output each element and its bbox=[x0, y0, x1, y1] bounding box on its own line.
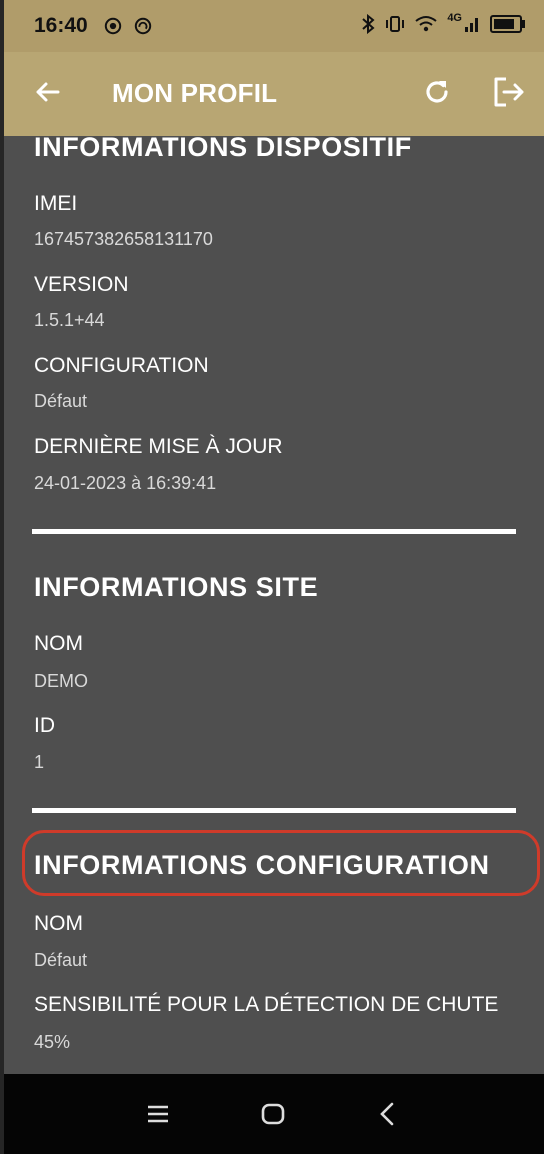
fall-sensitivity-label: SENSIBILITÉ POUR LA DÉTECTION DE CHUTE bbox=[34, 993, 499, 1016]
wifi-icon bbox=[415, 16, 437, 32]
status-right: 4G bbox=[361, 12, 525, 34]
vibrate-icon bbox=[386, 16, 405, 32]
imei-value: 167457382658131170 bbox=[34, 229, 213, 249]
version-label: VERSION bbox=[34, 273, 129, 296]
site-section-title: INFORMATIONS SITE bbox=[34, 572, 319, 602]
phone-screen: 16:40 4G MON PROFIL INFORMATIONS DISPOSI… bbox=[4, 0, 544, 1154]
logout-icon[interactable] bbox=[492, 76, 526, 108]
site-id-label: ID bbox=[34, 714, 55, 737]
sync-icon bbox=[134, 17, 152, 35]
version-value: 1.5.1+44 bbox=[34, 310, 105, 330]
site-name-label: NOM bbox=[34, 632, 83, 655]
signal-icon bbox=[465, 18, 478, 32]
imei-label: IMEI bbox=[34, 192, 78, 215]
last-update-value: 24-01-2023 à 16:39:41 bbox=[34, 473, 217, 493]
page-title: MON PROFIL bbox=[112, 78, 278, 108]
back-arrow-icon[interactable] bbox=[32, 76, 64, 108]
target-icon bbox=[104, 17, 122, 35]
refresh-icon[interactable] bbox=[422, 77, 452, 107]
app-bar: MON PROFIL bbox=[4, 52, 544, 136]
fall-sensitivity-value: 45% bbox=[34, 1032, 71, 1052]
last-update-label: DERNIÈRE MISE À JOUR bbox=[34, 435, 283, 458]
recents-icon[interactable] bbox=[140, 1096, 176, 1132]
configuration-label: CONFIGURATION bbox=[34, 354, 209, 377]
system-nav-bar bbox=[4, 1074, 544, 1154]
site-id-value: 1 bbox=[34, 752, 45, 772]
network-type: 4G bbox=[447, 12, 462, 24]
back-nav-icon[interactable] bbox=[370, 1096, 406, 1132]
config-name-value: Défaut bbox=[34, 950, 88, 970]
section-divider bbox=[32, 529, 516, 534]
site-name-value: DEMO bbox=[34, 671, 88, 691]
configuration-value: Défaut bbox=[34, 391, 88, 411]
config-section-title: INFORMATIONS CONFIGURATION bbox=[34, 850, 490, 880]
status-bar: 16:40 4G bbox=[4, 0, 544, 52]
bluetooth-icon bbox=[362, 14, 375, 34]
status-time: 16:40 bbox=[34, 14, 88, 37]
device-section-title: INFORMATIONS DISPOSITIF bbox=[34, 136, 412, 162]
config-name-label: NOM bbox=[34, 912, 83, 935]
section-divider bbox=[32, 808, 516, 813]
battery-icon bbox=[490, 15, 525, 33]
profile-content[interactable]: INFORMATIONS DISPOSITIF IMEI 16745738265… bbox=[4, 136, 544, 1074]
home-icon[interactable] bbox=[255, 1096, 291, 1132]
